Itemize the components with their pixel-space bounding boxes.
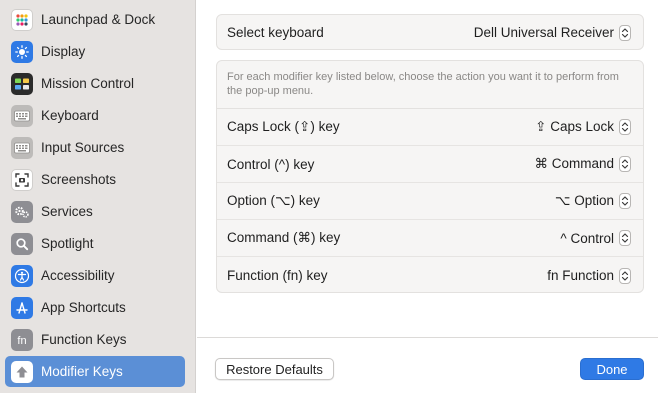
app-shortcuts-icon (11, 296, 33, 319)
sidebar-item-accessibility[interactable]: Accessibility (5, 260, 185, 291)
sidebar-item-mission-control[interactable]: Mission Control (5, 68, 185, 99)
sidebar-item-app-shortcuts[interactable]: App Shortcuts (5, 292, 185, 323)
keyboard-icon (11, 104, 33, 127)
svg-text:fn: fn (17, 335, 26, 347)
command-action-popup[interactable]: ^ Control (560, 230, 631, 246)
dialog-footer: Restore Defaults Done (197, 337, 658, 393)
up-down-chevron-icon (619, 24, 631, 41)
modifier-row-value: ⌥ Option (554, 193, 614, 208)
caps-lock-action-popup[interactable]: ⇪ Caps Lock (535, 119, 631, 135)
sidebar-item-launchpad-dock[interactable]: Launchpad & Dock (5, 4, 185, 35)
modifier-keys-icon (11, 360, 33, 383)
services-icon (11, 200, 33, 223)
up-down-chevron-icon (619, 119, 631, 135)
modifier-row-caps-lock: Caps Lock (⇪) key ⇪ Caps Lock (217, 109, 643, 146)
modifier-keys-card: For each modifier key listed below, choo… (216, 60, 644, 293)
up-down-chevron-icon (619, 156, 631, 172)
up-down-chevron-icon (619, 230, 631, 246)
control-action-popup[interactable]: ⌘ Command (534, 156, 631, 172)
main-panel: Select keyboard Dell Universal Receiver … (197, 0, 658, 393)
sidebar-item-label: App Shortcuts (41, 300, 126, 315)
keyboard-select-value: Dell Universal Receiver (473, 25, 614, 40)
up-down-chevron-icon (619, 193, 631, 209)
up-down-chevron-icon (619, 267, 631, 284)
modifier-row-value: ⌘ Command (534, 156, 614, 171)
sidebar-item-label: Function Keys (41, 332, 127, 347)
sidebar-item-function-keys[interactable]: fn Function Keys (5, 324, 185, 355)
modifier-row-function: Function (fn) key fn Function (217, 257, 643, 294)
sidebar-item-label: Modifier Keys (41, 364, 123, 379)
launchpad-dock-icon (11, 8, 33, 31)
done-button[interactable]: Done (580, 358, 644, 380)
keyboard-select-popup[interactable]: Dell Universal Receiver (473, 24, 631, 41)
sidebar-item-label: Mission Control (41, 76, 135, 91)
keyboard-select-label: Select keyboard (227, 25, 324, 40)
input-sources-icon (11, 136, 33, 159)
accessibility-icon (11, 264, 33, 287)
modifier-row-label: Command (⌘) key (227, 230, 341, 245)
function-keys-icon: fn (11, 328, 33, 351)
sidebar: Launchpad & Dock Display Mission Control… (0, 0, 196, 393)
sidebar-item-label: Accessibility (41, 268, 115, 283)
mission-control-icon (11, 72, 33, 95)
sidebar-item-display[interactable]: Display (5, 36, 185, 67)
sidebar-item-label: Launchpad & Dock (41, 12, 156, 27)
modifier-row-label: Caps Lock (⇪) key (227, 119, 340, 134)
spotlight-icon (11, 232, 33, 255)
option-action-popup[interactable]: ⌥ Option (555, 193, 631, 209)
keyboard-select-card: Select keyboard Dell Universal Receiver (216, 14, 644, 50)
sidebar-item-label: Spotlight (41, 236, 94, 251)
sidebar-item-spotlight[interactable]: Spotlight (5, 228, 185, 259)
sidebar-item-label: Screenshots (41, 172, 117, 187)
keyboard-select-row: Select keyboard Dell Universal Receiver (217, 15, 643, 50)
sidebar-item-keyboard[interactable]: Keyboard (5, 100, 185, 131)
screenshots-icon (11, 168, 33, 191)
modifier-row-value: ^ Control (560, 230, 614, 246)
modifier-row-label: Function (fn) key (227, 268, 328, 283)
modifier-row-control: Control (^) key ⌘ Command (217, 146, 643, 183)
modifier-keys-description: For each modifier key listed below, choo… (217, 61, 643, 109)
sidebar-item-label: Display (41, 44, 86, 59)
modifier-row-label: Option (⌥) key (227, 193, 320, 208)
modifier-row-label: Control (^) key (227, 156, 315, 172)
modifier-row-command: Command (⌘) key ^ Control (217, 220, 643, 257)
modifier-row-value: fn Function (547, 268, 614, 283)
modifier-keys-dialog: Launchpad & Dock Display Mission Control… (0, 0, 658, 393)
modifier-row-option: Option (⌥) key ⌥ Option (217, 183, 643, 220)
modifier-row-value: ⇪ Caps Lock (535, 119, 614, 134)
function-action-popup[interactable]: fn Function (547, 267, 631, 284)
display-icon (11, 40, 33, 63)
sidebar-item-label: Services (41, 204, 93, 219)
sidebar-item-services[interactable]: Services (5, 196, 185, 227)
sidebar-item-input-sources[interactable]: Input Sources (5, 132, 185, 163)
sidebar-item-modifier-keys[interactable]: Modifier Keys (5, 356, 185, 387)
restore-defaults-button[interactable]: Restore Defaults (215, 358, 334, 380)
sidebar-item-label: Input Sources (41, 140, 125, 155)
sidebar-item-label: Keyboard (41, 108, 99, 123)
sidebar-item-screenshots[interactable]: Screenshots (5, 164, 185, 195)
